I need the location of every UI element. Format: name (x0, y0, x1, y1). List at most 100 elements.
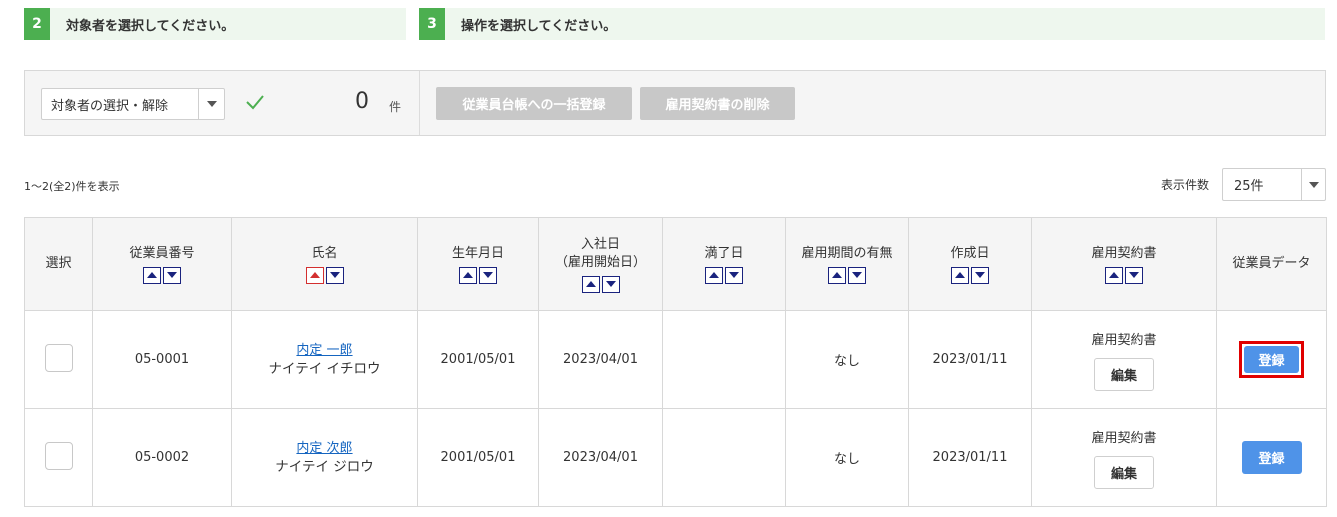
header-contract: 雇用契約書 (1031, 217, 1217, 311)
sort-desc-icon[interactable] (725, 266, 743, 284)
employee-kana: ナイテイ イチロウ (268, 360, 381, 377)
header-label: 満了日 (704, 245, 744, 261)
header-name: 氏名 (231, 217, 418, 311)
sort-desc-icon[interactable] (163, 266, 181, 284)
table-header-row: 選択 従業員番号 氏名 生年月日 入社日 （雇用開始日） 満了日 雇用期間の有無… (24, 217, 1327, 311)
header-label: 入社日 (580, 236, 620, 252)
step-number: 2 (24, 8, 50, 40)
header-hire-date: 入社日 （雇用開始日） (538, 217, 663, 311)
header-sublabel: （雇用開始日） (554, 254, 646, 270)
divider (419, 71, 420, 135)
delete-contract-button[interactable]: 雇用契約書の削除 (640, 87, 795, 120)
header-label: 従業員データ (1232, 256, 1311, 271)
target-select-dropdown[interactable]: 対象者の選択・解除 (41, 88, 225, 120)
header-label: 作成日 (950, 245, 990, 261)
header-end-date: 満了日 (662, 217, 786, 311)
header-label: 従業員番号 (129, 245, 195, 261)
step-label: 対象者を選択してください。 (66, 18, 235, 34)
target-select-label: 対象者の選択・解除 (51, 98, 169, 114)
created-cell: 2023/01/11 (908, 408, 1032, 507)
header-label: 雇用契約書 (1091, 245, 1157, 261)
edit-button[interactable]: 編集 (1094, 357, 1154, 391)
per-page-value: 25件 (1234, 179, 1264, 194)
count-unit: 件 (389, 100, 402, 114)
header-employee-no: 従業員番号 (92, 217, 232, 311)
header-label: 生年月日 (451, 245, 504, 261)
chevron-down-icon[interactable] (198, 89, 224, 119)
sort-asc-icon[interactable] (581, 275, 600, 293)
table-row: 05-0002 内定 次郎 ナイテイ ジロウ 2001/05/01 2023/0… (24, 408, 1327, 507)
sort-asc-icon[interactable] (305, 266, 324, 284)
sort-controls (236, 266, 413, 284)
contract-label: 雇用契約書 (1091, 430, 1157, 446)
header-label: 雇用期間の有無 (801, 245, 893, 261)
sort-desc-icon[interactable] (479, 266, 497, 284)
hire-date-cell: 2023/04/01 (538, 408, 663, 507)
checkmark-icon (246, 95, 264, 110)
selected-count: 0 (355, 89, 369, 114)
sort-controls (543, 275, 658, 293)
end-date-cell (662, 310, 786, 409)
chevron-down-icon[interactable] (1301, 169, 1325, 200)
table-row: 05-0001 内定 一郎 ナイテイ イチロウ 2001/05/01 2023/… (24, 310, 1327, 409)
header-employee-data: 従業員データ (1216, 217, 1327, 311)
employee-name-link[interactable]: 内定 一郎 (232, 341, 417, 360)
header-birthdate: 生年月日 (417, 217, 539, 311)
select-cell (24, 310, 93, 409)
sort-controls (1036, 266, 1212, 284)
step-3-header: 3 操作を選択してください。 (419, 8, 1325, 40)
sort-controls (422, 266, 534, 284)
edit-button[interactable]: 編集 (1094, 455, 1154, 489)
sort-asc-icon[interactable] (951, 266, 969, 284)
sort-controls (790, 266, 904, 284)
employee-name-link[interactable]: 内定 次郎 (232, 439, 417, 458)
register-button[interactable]: 登録 (1241, 441, 1302, 474)
sort-desc-icon[interactable] (1125, 266, 1143, 284)
step-number: 3 (419, 8, 445, 40)
per-page-label: 表示件数 (1161, 178, 1210, 192)
sort-controls (667, 266, 781, 284)
action-panel: 対象者の選択・解除 0 件 従業員台帳への一括登録 雇用契約書の削除 (24, 70, 1326, 136)
employee-data-cell: 登録 (1216, 310, 1327, 409)
row-checkbox[interactable] (44, 343, 73, 372)
employee-kana: ナイテイ ジロウ (275, 458, 374, 475)
step-2-header: 2 対象者を選択してください。 (24, 8, 406, 40)
term-cell: なし (785, 310, 909, 409)
sort-asc-icon[interactable] (705, 266, 723, 284)
contract-label: 雇用契約書 (1091, 332, 1157, 348)
name-cell: 内定 一郎 ナイテイ イチロウ (231, 310, 418, 409)
row-checkbox[interactable] (44, 441, 73, 470)
sort-asc-icon[interactable] (828, 266, 846, 284)
sort-desc-icon[interactable] (601, 275, 620, 293)
sort-desc-icon[interactable] (325, 266, 344, 284)
contract-cell: 雇用契約書 編集 (1031, 408, 1217, 507)
birthdate-cell: 2001/05/01 (417, 310, 539, 409)
contract-cell: 雇用契約書 編集 (1031, 310, 1217, 409)
header-label: 氏名 (311, 245, 338, 261)
per-page-select[interactable]: 25件 (1222, 168, 1326, 201)
employee-no-cell: 05-0002 (92, 408, 232, 507)
sort-asc-icon[interactable] (459, 266, 477, 284)
bulk-register-button[interactable]: 従業員台帳への一括登録 (436, 87, 632, 120)
employee-data-cell: 登録 (1216, 408, 1327, 507)
highlight-frame: 登録 (1239, 341, 1304, 378)
name-cell: 内定 次郎 ナイテイ ジロウ (231, 408, 418, 507)
sort-asc-icon[interactable] (1105, 266, 1123, 284)
sort-desc-icon[interactable] (971, 266, 989, 284)
term-cell: なし (785, 408, 909, 507)
end-date-cell (662, 408, 786, 507)
header-select: 選択 (24, 217, 93, 311)
sort-controls (913, 266, 1027, 284)
sort-asc-icon[interactable] (143, 266, 161, 284)
results-summary: 1〜2(全2)件を表示 (24, 180, 120, 193)
employee-table: 選択 従業員番号 氏名 生年月日 入社日 （雇用開始日） 満了日 雇用期間の有無… (24, 217, 1327, 507)
hire-date-cell: 2023/04/01 (538, 310, 663, 409)
sort-desc-icon[interactable] (848, 266, 866, 284)
register-button[interactable]: 登録 (1244, 346, 1299, 373)
created-cell: 2023/01/11 (908, 310, 1032, 409)
employee-no-cell: 05-0001 (92, 310, 232, 409)
header-term: 雇用期間の有無 (785, 217, 909, 311)
sort-controls (97, 266, 227, 284)
step-label: 操作を選択してください。 (461, 18, 617, 34)
birthdate-cell: 2001/05/01 (417, 408, 539, 507)
